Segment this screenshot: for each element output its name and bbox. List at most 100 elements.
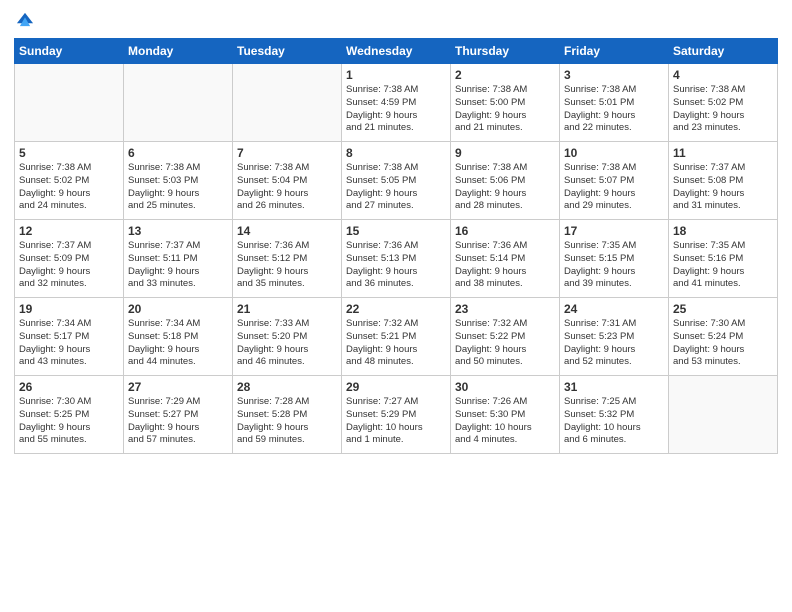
day-number: 18 <box>673 224 773 238</box>
day-cell <box>124 64 233 142</box>
day-cell: 16 Sunrise: 7:36 AM Sunset: 5:14 PM Dayli… <box>451 220 560 298</box>
day-cell: 29Sunrise: 7:27 AM Sunset: 5:29 PM Dayli… <box>342 376 451 454</box>
day-info: Sunrise: 7:31 AM Sunset: 5:23 PM Dayligh… <box>564 318 664 369</box>
logo-icon <box>14 10 36 32</box>
day-info: Sunrise: 7:38 AM Sunset: 4:59 PM Dayligh… <box>346 84 446 135</box>
day-cell <box>233 64 342 142</box>
day-cell: 3 Sunrise: 7:38 AM Sunset: 5:01 PM Daylig… <box>560 64 669 142</box>
day-number: 15 <box>346 224 446 238</box>
day-info: Sunrise: 7:34 AM Sunset: 5:18 PM Dayligh… <box>128 318 228 369</box>
weekday-header-sunday: Sunday <box>15 39 124 64</box>
day-cell: 24 Sunrise: 7:31 AM Sunset: 5:23 PM Dayli… <box>560 298 669 376</box>
day-cell: 1 Sunrise: 7:38 AM Sunset: 4:59 PM Daylig… <box>342 64 451 142</box>
weekday-header-wednesday: Wednesday <box>342 39 451 64</box>
day-number: 22 <box>346 302 446 316</box>
day-info: Sunrise: 7:36 AM Sunset: 5:13 PM Dayligh… <box>346 240 446 291</box>
weekday-header-saturday: Saturday <box>669 39 778 64</box>
day-cell: 23 Sunrise: 7:32 AM Sunset: 5:22 PM Dayli… <box>451 298 560 376</box>
day-info: Sunrise: 7:29 AM Sunset: 5:27 PM Dayligh… <box>128 396 228 447</box>
day-cell: 6 Sunrise: 7:38 AM Sunset: 5:03 PM Daylig… <box>124 142 233 220</box>
day-info: Sunrise: 7:38 AM Sunset: 5:06 PM Dayligh… <box>455 162 555 213</box>
day-info: Sunrise: 7:38 AM Sunset: 5:07 PM Dayligh… <box>564 162 664 213</box>
weekday-header-row: SundayMondayTuesdayWednesdayThursdayFrid… <box>15 39 778 64</box>
day-cell: 18Sunrise: 7:35 AM Sunset: 5:16 PM Dayli… <box>669 220 778 298</box>
day-info: Sunrise: 7:30 AM Sunset: 5:25 PM Dayligh… <box>19 396 119 447</box>
week-row-4: 26 Sunrise: 7:30 AM Sunset: 5:25 PM Dayli… <box>15 376 778 454</box>
day-info: Sunrise: 7:30 AM Sunset: 5:24 PM Dayligh… <box>673 318 773 369</box>
day-info: Sunrise: 7:38 AM Sunset: 5:02 PM Dayligh… <box>673 84 773 135</box>
day-number: 26 <box>19 380 119 394</box>
day-cell: 28 Sunrise: 7:28 AM Sunset: 5:28 PM Dayli… <box>233 376 342 454</box>
day-cell: 13 Sunrise: 7:37 AM Sunset: 5:11 PM Dayli… <box>124 220 233 298</box>
day-cell: 7Sunrise: 7:38 AM Sunset: 5:04 PM Daylig… <box>233 142 342 220</box>
day-cell: 2Sunrise: 7:38 AM Sunset: 5:00 PM Daylig… <box>451 64 560 142</box>
day-cell: 31 Sunrise: 7:25 AM Sunset: 5:32 PM Dayli… <box>560 376 669 454</box>
weekday-header-thursday: Thursday <box>451 39 560 64</box>
day-info: Sunrise: 7:32 AM Sunset: 5:22 PM Dayligh… <box>455 318 555 369</box>
day-number: 9 <box>455 146 555 160</box>
day-info: Sunrise: 7:38 AM Sunset: 5:01 PM Dayligh… <box>564 84 664 135</box>
week-row-3: 19Sunrise: 7:34 AM Sunset: 5:17 PM Dayli… <box>15 298 778 376</box>
day-number: 31 <box>564 380 664 394</box>
day-cell: 15 Sunrise: 7:36 AM Sunset: 5:13 PM Dayli… <box>342 220 451 298</box>
day-info: Sunrise: 7:36 AM Sunset: 5:12 PM Dayligh… <box>237 240 337 291</box>
weekday-header-friday: Friday <box>560 39 669 64</box>
day-number: 19 <box>19 302 119 316</box>
day-info: Sunrise: 7:33 AM Sunset: 5:20 PM Dayligh… <box>237 318 337 369</box>
day-info: Sunrise: 7:37 AM Sunset: 5:11 PM Dayligh… <box>128 240 228 291</box>
day-cell: 17Sunrise: 7:35 AM Sunset: 5:15 PM Dayli… <box>560 220 669 298</box>
day-info: Sunrise: 7:38 AM Sunset: 5:00 PM Dayligh… <box>455 84 555 135</box>
day-cell: 10 Sunrise: 7:38 AM Sunset: 5:07 PM Dayli… <box>560 142 669 220</box>
day-number: 20 <box>128 302 228 316</box>
day-number: 23 <box>455 302 555 316</box>
day-number: 7 <box>237 146 337 160</box>
day-cell: 25Sunrise: 7:30 AM Sunset: 5:24 PM Dayli… <box>669 298 778 376</box>
day-info: Sunrise: 7:28 AM Sunset: 5:28 PM Dayligh… <box>237 396 337 447</box>
day-info: Sunrise: 7:32 AM Sunset: 5:21 PM Dayligh… <box>346 318 446 369</box>
day-number: 30 <box>455 380 555 394</box>
day-cell <box>669 376 778 454</box>
day-info: Sunrise: 7:26 AM Sunset: 5:30 PM Dayligh… <box>455 396 555 447</box>
day-number: 4 <box>673 68 773 82</box>
day-number: 11 <box>673 146 773 160</box>
day-cell: 9 Sunrise: 7:38 AM Sunset: 5:06 PM Daylig… <box>451 142 560 220</box>
day-info: Sunrise: 7:38 AM Sunset: 5:02 PM Dayligh… <box>19 162 119 213</box>
day-number: 28 <box>237 380 337 394</box>
calendar: SundayMondayTuesdayWednesdayThursdayFrid… <box>14 38 778 454</box>
day-number: 3 <box>564 68 664 82</box>
day-info: Sunrise: 7:38 AM Sunset: 5:03 PM Dayligh… <box>128 162 228 213</box>
week-row-1: 5Sunrise: 7:38 AM Sunset: 5:02 PM Daylig… <box>15 142 778 220</box>
day-number: 16 <box>455 224 555 238</box>
day-number: 10 <box>564 146 664 160</box>
day-cell: 12Sunrise: 7:37 AM Sunset: 5:09 PM Dayli… <box>15 220 124 298</box>
day-cell: 26 Sunrise: 7:30 AM Sunset: 5:25 PM Dayli… <box>15 376 124 454</box>
header <box>14 10 778 32</box>
day-info: Sunrise: 7:25 AM Sunset: 5:32 PM Dayligh… <box>564 396 664 447</box>
week-row-0: 1 Sunrise: 7:38 AM Sunset: 4:59 PM Daylig… <box>15 64 778 142</box>
day-number: 13 <box>128 224 228 238</box>
weekday-header-monday: Monday <box>124 39 233 64</box>
day-cell: 4 Sunrise: 7:38 AM Sunset: 5:02 PM Daylig… <box>669 64 778 142</box>
day-cell: 20 Sunrise: 7:34 AM Sunset: 5:18 PM Dayli… <box>124 298 233 376</box>
day-number: 17 <box>564 224 664 238</box>
day-info: Sunrise: 7:36 AM Sunset: 5:14 PM Dayligh… <box>455 240 555 291</box>
day-info: Sunrise: 7:38 AM Sunset: 5:05 PM Dayligh… <box>346 162 446 213</box>
day-cell: 14 Sunrise: 7:36 AM Sunset: 5:12 PM Dayli… <box>233 220 342 298</box>
day-number: 24 <box>564 302 664 316</box>
week-row-2: 12Sunrise: 7:37 AM Sunset: 5:09 PM Dayli… <box>15 220 778 298</box>
day-number: 6 <box>128 146 228 160</box>
day-number: 8 <box>346 146 446 160</box>
day-number: 1 <box>346 68 446 82</box>
day-cell: 22 Sunrise: 7:32 AM Sunset: 5:21 PM Dayli… <box>342 298 451 376</box>
day-cell: 19Sunrise: 7:34 AM Sunset: 5:17 PM Dayli… <box>15 298 124 376</box>
day-number: 14 <box>237 224 337 238</box>
day-cell: 30 Sunrise: 7:26 AM Sunset: 5:30 PM Dayli… <box>451 376 560 454</box>
day-cell <box>15 64 124 142</box>
day-cell: 8 Sunrise: 7:38 AM Sunset: 5:05 PM Daylig… <box>342 142 451 220</box>
day-cell: 5Sunrise: 7:38 AM Sunset: 5:02 PM Daylig… <box>15 142 124 220</box>
weekday-header-tuesday: Tuesday <box>233 39 342 64</box>
day-info: Sunrise: 7:37 AM Sunset: 5:09 PM Dayligh… <box>19 240 119 291</box>
day-info: Sunrise: 7:27 AM Sunset: 5:29 PM Dayligh… <box>346 396 446 447</box>
day-cell: 11Sunrise: 7:37 AM Sunset: 5:08 PM Dayli… <box>669 142 778 220</box>
day-number: 21 <box>237 302 337 316</box>
